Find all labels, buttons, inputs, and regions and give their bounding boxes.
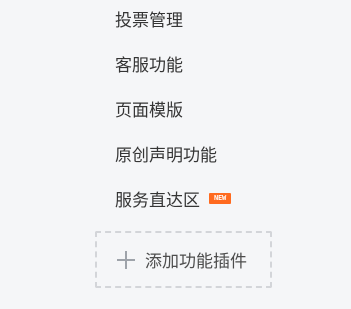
add-plugin-button[interactable]: 添加功能插件: [95, 231, 272, 288]
menu-item-label: 服务直达区: [115, 190, 200, 211]
menu-item-label: 原创声明功能: [115, 145, 217, 166]
menu-item-page-template[interactable]: 页面模版: [115, 95, 183, 121]
menu-item-label: 页面模版: [115, 100, 183, 121]
menu-item-label: 投票管理: [115, 10, 183, 31]
function-menu: 投票管理 客服功能 页面模版 原创声明功能 服务直达区 NEW 添加功能插件: [0, 0, 351, 309]
menu-item-original-declaration[interactable]: 原创声明功能: [115, 140, 217, 166]
menu-item-vote-management[interactable]: 投票管理: [115, 5, 183, 31]
new-badge: NEW: [209, 192, 231, 204]
menu-item-label: 客服功能: [115, 55, 183, 76]
plus-icon: [117, 250, 135, 269]
menu-item-customer-service[interactable]: 客服功能: [115, 50, 183, 76]
menu-item-service-direct-area[interactable]: 服务直达区 NEW: [115, 185, 231, 211]
add-plugin-label: 添加功能插件: [145, 252, 247, 272]
